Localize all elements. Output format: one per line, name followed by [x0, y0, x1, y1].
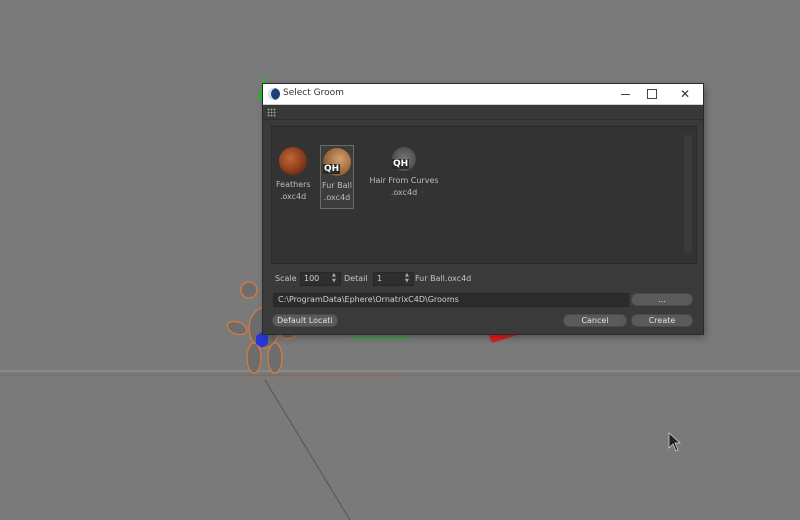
cinema4d-app-icon: [268, 88, 280, 100]
qh-badge: QH: [323, 164, 341, 174]
close-icon: ✕: [679, 87, 691, 101]
detail-spinner-icon[interactable]: ▲ ▼: [405, 272, 409, 284]
groom-item-hair-from-curves[interactable]: QH Hair From Curves .oxc4d: [364, 147, 444, 199]
detail-label: Detail: [344, 274, 368, 283]
groom-browser[interactable]: Feathers .oxc4d QH Fur Ball .oxc4d QH Ha…: [271, 126, 697, 264]
default-location-button[interactable]: Default Locati: [272, 314, 338, 327]
groom-item-ext: .oxc4d: [279, 192, 307, 201]
groom-item-fur-ball[interactable]: QH Fur Ball .oxc4d: [320, 145, 354, 209]
close-button[interactable]: ✕: [677, 86, 693, 102]
selected-groom-name: Fur Ball.oxc4d: [415, 274, 472, 283]
maximize-button[interactable]: [644, 86, 660, 102]
grid-view-icon[interactable]: [267, 108, 276, 117]
maximize-icon: [647, 89, 657, 99]
dialog-title: Select Groom: [283, 88, 344, 98]
groom-item-name: Fur Ball: [322, 181, 352, 190]
minimize-icon: [620, 93, 630, 95]
create-button[interactable]: Create: [631, 314, 693, 327]
browse-button[interactable]: ...: [631, 293, 693, 306]
dialog-toolbar: [263, 105, 703, 120]
feathers-thumbnail: [279, 147, 307, 175]
cancel-button[interactable]: Cancel: [563, 314, 627, 327]
fur-ball-thumbnail: QH: [323, 148, 351, 176]
scale-label: Scale: [275, 274, 297, 283]
groom-item-ext: .oxc4d: [390, 188, 418, 197]
groom-path-input[interactable]: C:\ProgramData\Ephere\OrnatrixC4D\Grooms: [273, 293, 629, 307]
browser-scrollbar[interactable]: [684, 135, 692, 253]
groom-item-name: Feathers: [276, 180, 311, 189]
groom-item-name: Hair From Curves: [369, 176, 439, 185]
groom-item-feathers[interactable]: Feathers .oxc4d: [276, 147, 311, 203]
minimize-button[interactable]: [617, 86, 633, 102]
scale-spinner-icon[interactable]: ▲ ▼: [332, 272, 336, 284]
qh-badge: QH: [392, 159, 410, 169]
select-groom-dialog[interactable]: Select Groom ✕ Feathers .oxc4d QH Fur Ba…: [263, 84, 703, 334]
title-bar[interactable]: Select Groom ✕: [263, 84, 703, 105]
hair-from-curves-thumbnail: QH: [392, 147, 416, 171]
groom-item-ext: .oxc4d: [323, 193, 351, 202]
